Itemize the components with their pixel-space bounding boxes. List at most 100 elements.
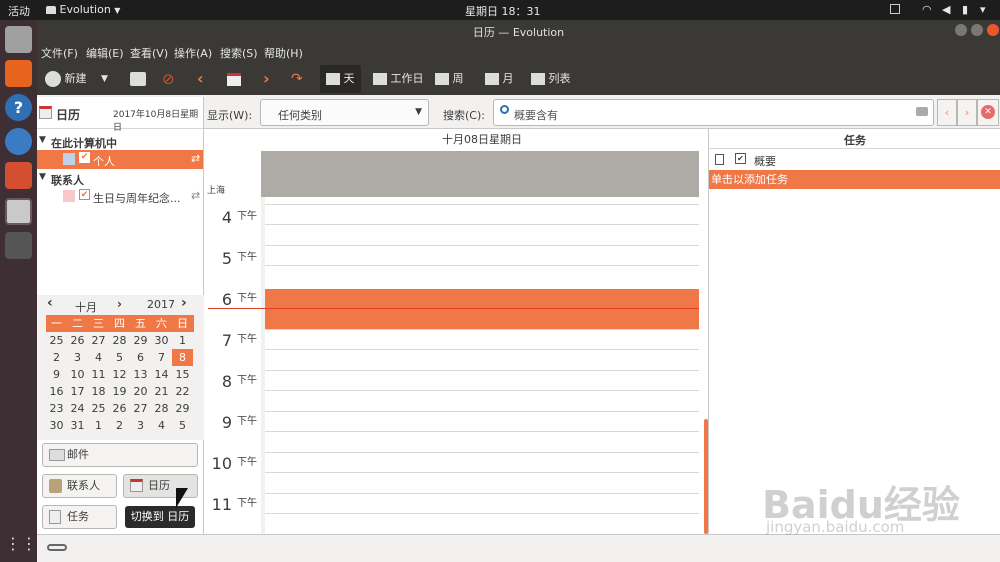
- browser-icon[interactable]: [5, 128, 32, 155]
- calendar-day[interactable]: 26: [67, 332, 88, 349]
- view-day-button[interactable]: 天: [320, 65, 361, 93]
- new-dropdown-chevron-icon[interactable]: ▼: [101, 69, 108, 89]
- calendar-day[interactable]: 28: [151, 400, 172, 417]
- previous-icon[interactable]: ‹: [197, 69, 204, 89]
- source-item-personal[interactable]: ✔ 个人 ⇄: [37, 150, 203, 169]
- clock[interactable]: 星期日 18：31: [465, 3, 541, 19]
- system-tool-icon[interactable]: [5, 232, 32, 259]
- time-slot[interactable]: [265, 224, 699, 245]
- checkbox-checked-icon[interactable]: ✔: [79, 189, 90, 200]
- volume-icon[interactable]: ◀: [942, 3, 950, 16]
- calendar-day[interactable]: 27: [130, 400, 151, 417]
- search-input[interactable]: 概要含有: [493, 99, 934, 126]
- switch-contacts-button[interactable]: 联系人: [42, 474, 117, 498]
- calendar-day[interactable]: 23: [46, 400, 67, 417]
- view-week-button[interactable]: 周: [435, 69, 464, 89]
- calendar-day[interactable]: 28: [109, 332, 130, 349]
- time-slot[interactable]: [265, 493, 699, 513]
- time-slot[interactable]: [265, 245, 699, 265]
- view-month-button[interactable]: 月: [485, 69, 514, 89]
- calendar-day[interactable]: 20: [130, 383, 151, 400]
- delete-icon[interactable]: ⊘: [162, 69, 175, 89]
- calendar-day[interactable]: 22: [172, 383, 193, 400]
- calendar-day[interactable]: 2: [46, 349, 67, 366]
- activities-button[interactable]: 活动: [8, 3, 30, 19]
- battery-icon[interactable]: ▮: [962, 3, 968, 16]
- time-slot[interactable]: [265, 204, 699, 224]
- calendar-day[interactable]: 25: [46, 332, 67, 349]
- switch-mail-button[interactable]: 邮件: [42, 443, 198, 467]
- calendar-day[interactable]: 9: [46, 366, 67, 383]
- print-icon[interactable]: [130, 69, 146, 89]
- calendar-day[interactable]: 3: [67, 349, 88, 366]
- all-day-area[interactable]: [261, 151, 699, 197]
- menu-edit[interactable]: 编辑(E): [86, 45, 124, 61]
- checkbox-checked-icon[interactable]: ✔: [79, 152, 90, 163]
- calendar-day[interactable]: 11: [88, 366, 109, 383]
- calendar-day[interactable]: 31: [67, 417, 88, 434]
- time-slot[interactable]: [265, 265, 699, 286]
- add-task-row[interactable]: 单击以添加任务: [709, 170, 1000, 189]
- switch-tasks-button[interactable]: 任务: [42, 505, 117, 529]
- view-list-button[interactable]: 列表: [531, 69, 571, 89]
- wifi-icon[interactable]: ◠: [922, 3, 932, 16]
- calendar-day[interactable]: 26: [109, 400, 130, 417]
- prev-month-icon[interactable]: ‹: [47, 295, 53, 311]
- online-status-icon[interactable]: [47, 544, 67, 551]
- time-slot[interactable]: [265, 370, 699, 390]
- source-group-contacts[interactable]: ▼ 联系人: [37, 171, 203, 187]
- keyboard-layout-icon[interactable]: [890, 4, 900, 17]
- calendar-day[interactable]: 25: [88, 400, 109, 417]
- new-button[interactable]: 新建: [45, 69, 87, 89]
- time-slot[interactable]: [265, 390, 699, 411]
- time-slot[interactable]: [265, 452, 699, 472]
- calendar-day[interactable]: 6: [130, 349, 151, 366]
- complete-checkbox-icon[interactable]: ✔: [735, 153, 746, 164]
- calendar-day[interactable]: 5: [109, 349, 130, 366]
- menu-help[interactable]: 帮助(H): [264, 45, 303, 61]
- calendar-day[interactable]: 24: [67, 400, 88, 417]
- calendar-day[interactable]: 30: [46, 417, 67, 434]
- app-menu[interactable]: Evolution ▼: [46, 3, 120, 16]
- summary-column-header[interactable]: 概要: [754, 153, 776, 169]
- clipboard-icon[interactable]: [715, 154, 724, 165]
- time-slot[interactable]: [265, 431, 699, 452]
- source-item-birthdays[interactable]: ✔ 生日与周年纪念... ⇄: [37, 187, 203, 206]
- time-slot[interactable]: [265, 513, 699, 534]
- evolution-launcher-icon[interactable]: [5, 198, 32, 225]
- next-icon[interactable]: ›: [263, 69, 270, 89]
- calendar-day[interactable]: 3: [130, 417, 151, 434]
- calendar-day[interactable]: 4: [88, 349, 109, 366]
- search-prev-button[interactable]: ‹: [937, 99, 957, 126]
- view-workweek-button[interactable]: 工作日: [373, 69, 424, 89]
- calendar-day[interactable]: 10: [67, 366, 88, 383]
- time-slot[interactable]: [265, 472, 699, 493]
- calendar-day[interactable]: 19: [109, 383, 130, 400]
- search-next-button[interactable]: ›: [957, 99, 977, 126]
- search-clear-button[interactable]: ✕: [977, 99, 999, 126]
- software-center-icon[interactable]: [5, 60, 32, 87]
- minimize-icon[interactable]: [955, 24, 967, 36]
- calendar-day[interactable]: 2: [109, 417, 130, 434]
- calendar-day[interactable]: 14: [151, 366, 172, 383]
- window-titlebar[interactable]: 日历 — Evolution: [37, 20, 1000, 41]
- calendar-day[interactable]: 29: [172, 400, 193, 417]
- calendar-day[interactable]: 12: [109, 366, 130, 383]
- calendar-day[interactable]: 29: [130, 332, 151, 349]
- help-icon[interactable]: ?: [5, 94, 32, 121]
- next-year-icon[interactable]: ›: [181, 295, 187, 311]
- menu-view[interactable]: 查看(V): [130, 45, 168, 61]
- calendar-day[interactable]: 1: [172, 332, 193, 349]
- source-group-local[interactable]: ▼ 在此计算机中: [37, 134, 203, 150]
- calendar-day[interactable]: 7: [151, 349, 172, 366]
- calendar-day[interactable]: 21: [151, 383, 172, 400]
- calendar-day[interactable]: 15: [172, 366, 193, 383]
- calendar-day[interactable]: 13: [130, 366, 151, 383]
- calendar-day[interactable]: 16: [46, 383, 67, 400]
- calendar-day[interactable]: 1: [88, 417, 109, 434]
- calendar-day-selected[interactable]: 8: [172, 349, 193, 366]
- menu-search[interactable]: 搜索(S): [220, 45, 258, 61]
- calendar-day[interactable]: 4: [151, 417, 172, 434]
- go-to-date-icon[interactable]: ↷: [291, 69, 303, 89]
- calendar-day[interactable]: 5: [172, 417, 193, 434]
